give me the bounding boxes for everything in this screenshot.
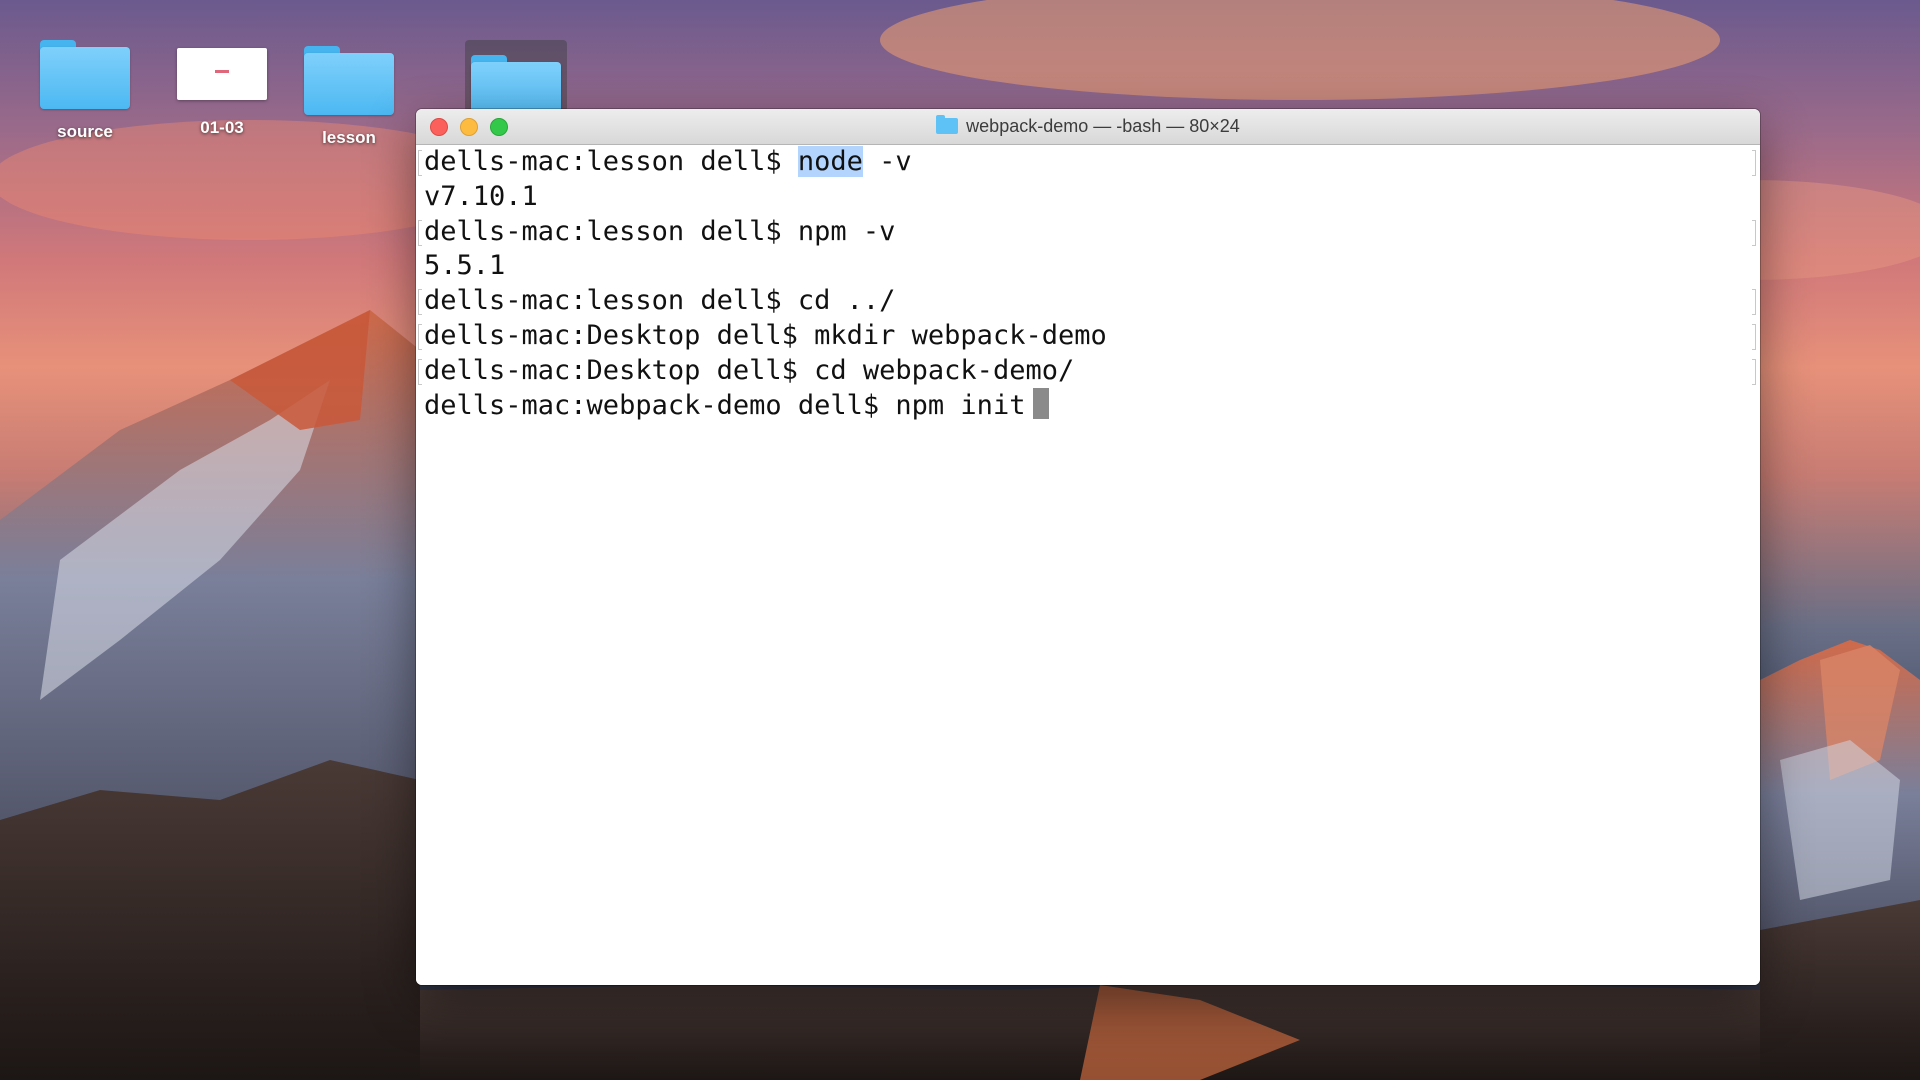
document-thumbnail-icon: [177, 48, 267, 100]
desktop-icon-label: lesson: [322, 128, 376, 147]
terminal-prompt-line[interactable]: dells-mac:webpack-demo dell$ npm init: [424, 388, 1050, 422]
desktop-icon-label: 01-03: [200, 118, 244, 137]
folder-icon: [40, 40, 130, 110]
folder-icon: [304, 46, 394, 116]
desktop-folder-source[interactable]: source: [30, 40, 140, 142]
terminal-line: dells-mac:Desktop dell$ cd webpack-demo/: [424, 355, 1075, 386]
command-text: -v: [862, 146, 912, 177]
current-command-text: dells-mac:webpack-demo dell$ npm init: [424, 390, 1026, 421]
line-mark: [1752, 359, 1756, 385]
line-mark: [1752, 324, 1756, 350]
desktop-file-01-03[interactable]: 01-03: [167, 40, 277, 138]
terminal-cursor: [1033, 388, 1050, 419]
line-mark: [1752, 289, 1756, 315]
prompt-text: dells-mac:lesson dell$: [424, 146, 798, 177]
terminal-line: dells-mac:lesson dell$ npm -v: [424, 216, 896, 247]
line-mark: [418, 324, 422, 350]
terminal-line: dells-mac:Desktop dell$ mkdir webpack-de…: [424, 320, 1107, 351]
desktop-folder-lesson[interactable]: lesson: [294, 46, 404, 148]
terminal-line: v7.10.1: [424, 181, 538, 212]
selected-text[interactable]: node: [797, 146, 863, 177]
line-mark: [1752, 150, 1756, 176]
desktop-icon-label: source: [57, 122, 113, 141]
line-mark: [1752, 220, 1756, 246]
line-mark: [418, 289, 422, 315]
line-mark: [418, 359, 422, 385]
line-mark: [418, 220, 422, 246]
terminal-window[interactable]: webpack-demo — -bash — 80×24 Ɪ dells-mac…: [416, 109, 1760, 985]
terminal-line: dells-mac:lesson dell$ cd ../: [424, 285, 896, 316]
window-titlebar[interactable]: webpack-demo — -bash — 80×24: [416, 109, 1760, 145]
window-title: webpack-demo — -bash — 80×24: [416, 109, 1760, 144]
line-mark: [418, 150, 422, 176]
window-title-text: webpack-demo — -bash — 80×24: [966, 116, 1240, 136]
terminal-output[interactable]: Ɪ dells-mac:lesson dell$ node -v v7.10.1…: [416, 145, 1760, 985]
terminal-line: 5.5.1: [424, 250, 506, 281]
terminal-line: dells-mac:lesson dell$ node -v: [424, 145, 912, 179]
folder-icon: [936, 115, 959, 134]
